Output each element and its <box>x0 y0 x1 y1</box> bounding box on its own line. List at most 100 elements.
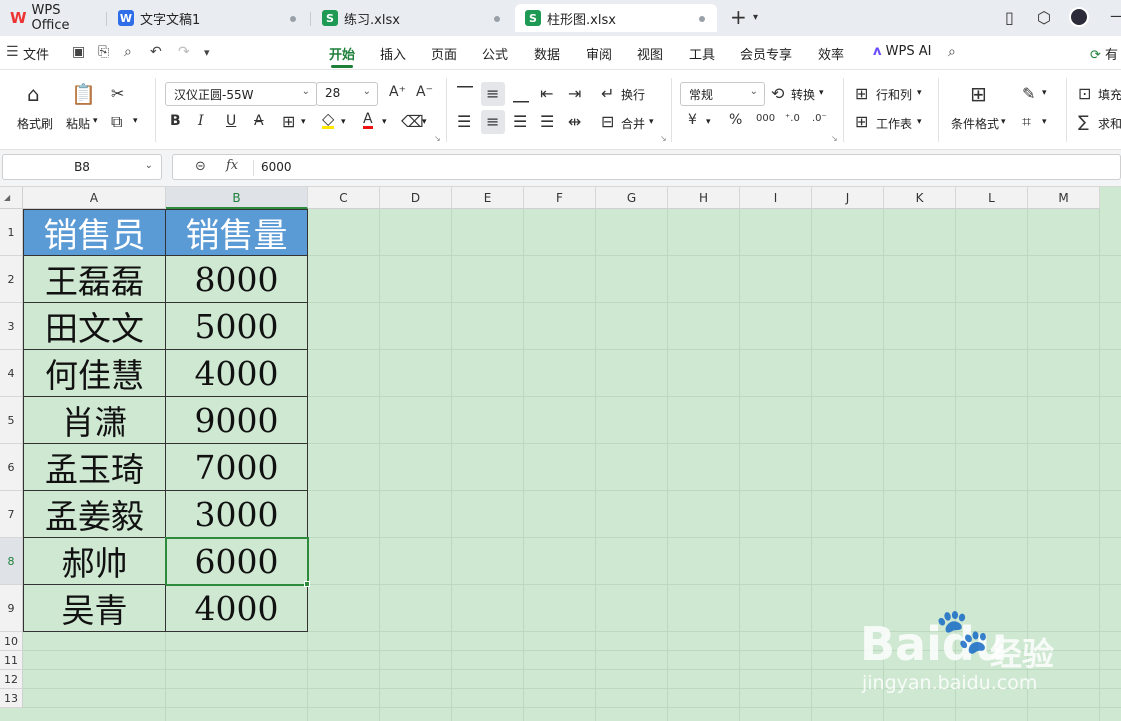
row-header-5[interactable]: 5 <box>0 397 23 444</box>
table-cell[interactable]: 3000 <box>166 491 308 538</box>
align-center-icon[interactable]: ≡ <box>486 112 499 131</box>
column-header-l[interactable]: L <box>956 187 1028 209</box>
redo-icon[interactable]: ↷ <box>178 44 190 60</box>
percent-icon[interactable]: % <box>729 112 742 128</box>
align-bottom-icon[interactable]: ⎽ <box>513 84 529 104</box>
column-header-b[interactable]: B <box>166 187 308 209</box>
border-icon[interactable]: ⊞ <box>282 112 295 131</box>
table-style-chevron-icon[interactable]: ▾ <box>1042 117 1047 127</box>
fill-color-icon[interactable]: ◇ <box>322 111 335 129</box>
table-cell[interactable]: 田文文 <box>23 303 166 350</box>
border-chevron-icon[interactable]: ▾ <box>301 117 306 127</box>
align-left-icon[interactable]: ☰ <box>457 112 471 131</box>
table-cell[interactable]: 8000 <box>166 256 308 303</box>
table-cell[interactable]: 王磊磊 <box>23 256 166 303</box>
print-preview-icon[interactable]: ⌕ <box>124 44 132 60</box>
sum-icon[interactable]: ∑ <box>1078 112 1089 131</box>
wrap-text-icon[interactable]: ↵ <box>601 84 614 103</box>
chevron-down-icon[interactable]: ▾ <box>753 12 758 23</box>
distributed-icon[interactable]: ⇹ <box>568 112 581 131</box>
merge-chevron-icon[interactable]: ▾ <box>649 117 654 127</box>
paste-chevron-icon[interactable]: ▾ <box>93 116 98 126</box>
cut-icon[interactable]: ✂ <box>111 84 124 103</box>
merge-cells-icon[interactable]: ⊟ <box>601 112 614 131</box>
row-header-12[interactable]: 12 <box>0 670 23 689</box>
function-icon[interactable]: fx <box>226 158 238 173</box>
row-header-13[interactable]: 13 <box>0 689 23 708</box>
column-header-i[interactable]: I <box>740 187 812 209</box>
worksheet-chevron-icon[interactable]: ▾ <box>917 117 922 127</box>
spreadsheet-grid[interactable]: ◢ ABCDEFGHIJKLM 1 2 3 4 5 6 7 8 9 10 11 12 13 销售员 销售量… <box>0 187 1121 721</box>
row-header-4[interactable]: 4 <box>0 350 23 397</box>
worksheet-icon[interactable]: ⊞ <box>855 112 868 131</box>
currency-icon[interactable]: ¥ <box>688 112 697 128</box>
tab-wps-office[interactable]: W WPS Office <box>0 3 106 33</box>
cube-icon[interactable]: ⬡ <box>1037 8 1051 27</box>
worksheet-label[interactable]: 工作表 <box>876 115 912 132</box>
zoom-search-icon[interactable]: ⊝ <box>195 159 206 174</box>
share-button[interactable]: ⟳ 有 <box>1090 44 1118 63</box>
font-color-icon[interactable]: A <box>363 112 373 129</box>
table-cell[interactable]: 孟玉琦 <box>23 444 166 491</box>
paste-label[interactable]: 粘贴 <box>66 115 90 132</box>
number-format-select[interactable]: 常规 ⌄ <box>680 82 765 106</box>
table-cell[interactable]: 肖潇 <box>23 397 166 444</box>
column-header-c[interactable]: C <box>308 187 380 209</box>
align-middle-icon[interactable]: ≡ <box>486 84 499 103</box>
menu-home[interactable]: 开始 <box>329 44 355 63</box>
conditional-format-label[interactable]: 条件格式 <box>951 115 999 132</box>
table-cell[interactable]: 6000 <box>165 537 309 586</box>
convert-label[interactable]: 转换 <box>791 86 815 103</box>
row-column-chevron-icon[interactable]: ▾ <box>917 88 922 98</box>
table-cell[interactable]: 7000 <box>166 444 308 491</box>
menu-efficiency[interactable]: 效率 <box>818 44 844 63</box>
fill-label[interactable]: 填充 <box>1098 86 1121 103</box>
eraser-icon[interactable]: ⌫ <box>401 112 424 131</box>
format-painter-label[interactable]: 格式刷 <box>17 115 53 132</box>
copy-chevron-icon[interactable]: ▾ <box>133 116 138 126</box>
menu-insert[interactable]: 插入 <box>380 44 406 63</box>
column-header-e[interactable]: E <box>452 187 524 209</box>
table-cell[interactable]: 9000 <box>166 397 308 444</box>
convert-icon[interactable]: ⟲ <box>771 84 784 103</box>
merge-cells-label[interactable]: 合并 <box>621 115 645 132</box>
menu-formula[interactable]: 公式 <box>482 44 508 63</box>
column-header-a[interactable]: A <box>23 187 166 209</box>
fill-icon[interactable]: ⊡ <box>1078 84 1091 103</box>
table-header-cell[interactable]: 销售量 <box>166 209 308 256</box>
decrease-font-icon[interactable]: A⁻ <box>416 84 433 100</box>
menu-review[interactable]: 审阅 <box>586 44 612 63</box>
table-cell[interactable]: 郝帅 <box>23 538 166 585</box>
thousands-separator-icon[interactable]: 000 <box>756 113 775 124</box>
conditional-format-icon[interactable]: ⊞ <box>970 82 987 106</box>
bold-icon[interactable]: B <box>170 113 181 129</box>
table-cell[interactable]: 孟姜毅 <box>23 491 166 538</box>
convert-chevron-icon[interactable]: ▾ <box>819 88 824 98</box>
row-header-8[interactable]: 8 <box>0 538 23 585</box>
align-right-icon[interactable]: ☰ <box>513 112 527 131</box>
column-header-g[interactable]: G <box>596 187 668 209</box>
table-cell[interactable]: 何佳慧 <box>23 350 166 397</box>
table-cell[interactable]: 吴青 <box>23 585 166 632</box>
justify-icon[interactable]: ☰ <box>540 112 554 131</box>
copy-icon[interactable]: ⧉ <box>111 112 122 132</box>
font-name-select[interactable]: 汉仪正圆-55W ⌄ <box>165 82 317 106</box>
cell-style-icon[interactable]: ✎ <box>1022 84 1035 103</box>
font-color-chevron-icon[interactable]: ▾ <box>382 117 387 127</box>
new-tab-plus-icon[interactable]: + <box>730 5 747 29</box>
tab-bar-chart-xlsx[interactable]: S 柱形图.xlsx <box>515 4 717 32</box>
row-header-1[interactable]: 1 <box>0 209 23 256</box>
menu-data[interactable]: 数据 <box>534 44 560 63</box>
clear-chevron-icon[interactable]: ▾ <box>422 117 427 127</box>
conditional-format-chevron-icon[interactable]: ▾ <box>1001 117 1006 127</box>
menu-view[interactable]: 视图 <box>637 44 663 63</box>
row-header-2[interactable]: 2 <box>0 256 23 303</box>
column-header-m[interactable]: M <box>1028 187 1100 209</box>
export-icon[interactable]: ⎘ <box>98 44 109 60</box>
wps-ai-button[interactable]: ʌ WPS AI <box>873 44 931 59</box>
menu-file[interactable]: 文件 <box>23 44 49 63</box>
row-header-11[interactable]: 11 <box>0 651 23 670</box>
font-size-select[interactable]: 28 ⌄ <box>316 82 378 106</box>
italic-icon[interactable]: I <box>198 113 204 129</box>
increase-decimal-icon[interactable]: ⁺.0 <box>785 113 800 124</box>
